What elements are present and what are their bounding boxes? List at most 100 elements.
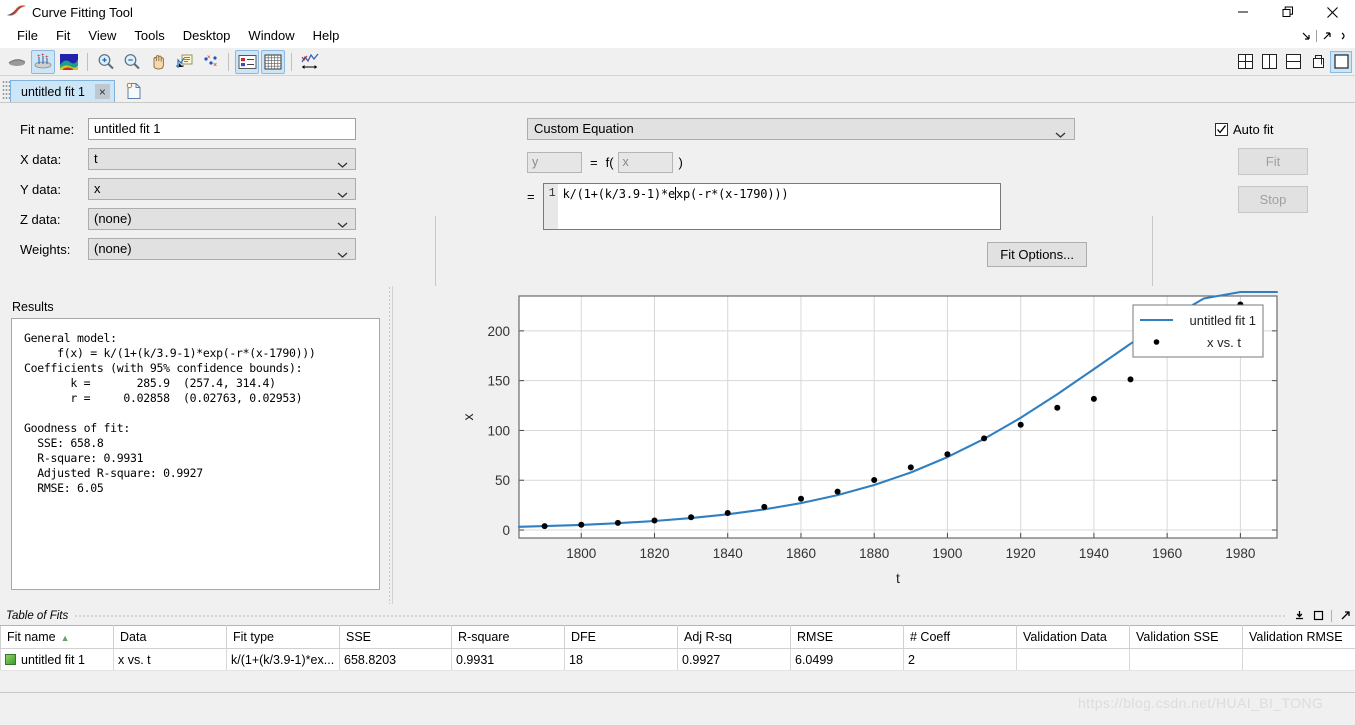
new-fit-icon[interactable] — [121, 80, 147, 102]
column-header-num-coeff[interactable]: # Coeff — [903, 625, 1017, 649]
grid-icon[interactable] — [261, 49, 285, 74]
fit-surface-icon[interactable] — [5, 50, 29, 74]
cell-sse[interactable]: 658.8203 — [339, 648, 452, 671]
plot-legend: untitled fit 1 x vs. t — [1132, 304, 1264, 358]
restore-button[interactable] — [1265, 0, 1310, 24]
auto-fit-checkbox[interactable] — [1215, 123, 1228, 136]
legend-icon[interactable] — [235, 49, 259, 74]
column-header-data[interactable]: Data — [113, 625, 227, 649]
exclude-points-icon[interactable]: × × — [198, 50, 222, 74]
column-header-sse[interactable]: SSE — [339, 625, 452, 649]
layout-four-panel-icon[interactable] — [1234, 51, 1256, 73]
fit-options-button[interactable]: Fit Options... — [987, 242, 1087, 267]
minimize-button[interactable] — [1220, 0, 1265, 24]
results-box[interactable]: General model: f(x) = k/(1+(k/3.9-1)*exp… — [11, 318, 380, 590]
cell-num-coeff[interactable]: 2 — [903, 648, 1017, 671]
cell-validation-sse[interactable] — [1129, 648, 1243, 671]
cell-rmse[interactable]: 6.0499 — [790, 648, 904, 671]
cell-r-square[interactable]: 0.9931 — [451, 648, 565, 671]
tab-close-icon[interactable]: × — [94, 84, 110, 99]
chevron-down-icon — [337, 155, 348, 175]
minimize-panel-icon[interactable] — [1293, 609, 1305, 623]
cell-adj-r-sq[interactable]: 0.9927 — [677, 648, 791, 671]
results-plot-splitter[interactable] — [388, 286, 391, 604]
axes-limits-icon[interactable] — [298, 50, 322, 74]
fit-name-input[interactable]: untitled fit 1 — [88, 118, 356, 140]
cell-fit-type[interactable]: k/(1+(k/3.9-1)*ex... — [226, 648, 340, 671]
legend-entry-data: x vs. t — [1207, 335, 1241, 350]
column-header-rmse[interactable]: RMSE — [790, 625, 904, 649]
menu-view[interactable]: View — [79, 25, 125, 47]
layout-cascade-icon[interactable] — [1306, 51, 1328, 73]
custom-equation-editor[interactable]: 1 k/(1+(k/3.9-1)*exp(-r*(x-1790))) — [542, 183, 1001, 230]
close-arrow-icon[interactable] — [1337, 27, 1351, 45]
zoom-out-icon[interactable] — [120, 50, 144, 74]
cell-fit-name[interactable]: untitled fit 1 — [0, 648, 114, 671]
z-data-select[interactable]: (none) — [88, 208, 356, 230]
equation-panel: Custom Equation y = f( x ) = 1 k/(1+(k/3… — [527, 118, 1087, 267]
cell-validation-rmse[interactable] — [1242, 648, 1355, 671]
zoom-in-icon[interactable] — [94, 50, 118, 74]
fit-type-select[interactable]: Custom Equation — [527, 118, 1075, 140]
chevron-down-icon — [1055, 125, 1066, 145]
x-tick-label: 1940 — [1079, 546, 1109, 561]
svg-text:+: + — [45, 55, 49, 61]
title-bar: Curve Fitting Tool — [0, 0, 1355, 24]
cell-dfe[interactable]: 18 — [564, 648, 678, 671]
dock-arrow-icon[interactable] — [1320, 27, 1334, 45]
maximize-panel-icon[interactable] — [1312, 609, 1324, 623]
column-header-validation-sse[interactable]: Validation SSE — [1129, 625, 1243, 649]
layout-two-rows-icon[interactable] — [1282, 51, 1304, 73]
weights-label: Weights: — [20, 241, 71, 257]
column-header-fit-name[interactable]: Fit name ▲ — [0, 625, 114, 649]
weights-select[interactable]: (none) — [88, 238, 356, 260]
undock-arrow-icon[interactable] — [1299, 27, 1313, 45]
results-panel: Results General model: f(x) = k/(1+(k/3.… — [0, 286, 390, 604]
cell-fit-name-text: untitled fit 1 — [21, 652, 85, 667]
data-point — [871, 477, 878, 483]
table-of-fits[interactable]: Fit name ▲ Data Fit type SSE R-square DFE… — [0, 625, 1355, 671]
close-button[interactable] — [1310, 0, 1355, 24]
cell-data[interactable]: x vs. t — [113, 648, 227, 671]
menu-fit[interactable]: Fit — [47, 25, 79, 47]
plot-svg[interactable]: 1800 1820 1840 1860 1880 1900 1920 1940 1960 1980… — [393, 286, 1355, 604]
menu-window[interactable]: Window — [239, 25, 303, 47]
stop-button[interactable]: Stop — [1238, 186, 1308, 213]
table-row[interactable]: untitled fit 1 x vs. t k/(1+(k/3.9-1)*ex… — [0, 648, 1355, 671]
menu-help[interactable]: Help — [304, 25, 349, 47]
auto-fit-row[interactable]: Auto fit — [1215, 122, 1335, 137]
column-header-r-square[interactable]: R-square — [451, 625, 565, 649]
table-of-fits-drag-handle[interactable] — [74, 606, 1287, 625]
fit-button[interactable]: Fit — [1238, 148, 1308, 175]
cell-validation-data[interactable] — [1016, 648, 1130, 671]
layout-single-icon[interactable] — [1330, 50, 1352, 73]
column-header-dfe[interactable]: DFE — [564, 625, 678, 649]
layout-two-columns-icon[interactable] — [1258, 51, 1280, 73]
menu-tools[interactable]: Tools — [125, 25, 173, 47]
x-tick-label: 1880 — [859, 546, 889, 561]
data-point — [981, 435, 988, 442]
equation-code[interactable]: k/(1+(k/3.9-1)*exp(-r*(x-1790))) — [558, 184, 789, 229]
exclude-outliers-icon[interactable]: + + + — [31, 49, 55, 74]
fit-name-label: Fit name: — [20, 121, 75, 137]
fit-plot[interactable]: 1800 1820 1840 1860 1880 1900 1920 1940 1960 1980… — [393, 286, 1355, 604]
independent-var-input[interactable]: x — [617, 151, 673, 173]
fit-tab-untitled-fit-1[interactable]: untitled fit 1 × — [10, 80, 115, 102]
menu-file[interactable]: File — [8, 25, 47, 47]
x-data-select[interactable]: t — [88, 148, 356, 170]
pan-icon[interactable] — [146, 50, 170, 74]
column-header-validation-data[interactable]: Validation Data — [1016, 625, 1130, 649]
undock-panel-icon[interactable] — [1339, 609, 1351, 623]
tabstrip-grip[interactable] — [2, 80, 10, 100]
column-header-validation-rmse[interactable]: Validation RMSE — [1242, 625, 1355, 649]
menu-desktop[interactable]: Desktop — [174, 25, 240, 47]
y-data-select[interactable]: x — [88, 178, 356, 200]
column-header-adj-r-sq[interactable]: Adj R-sq — [677, 625, 791, 649]
dependent-var-input[interactable]: y — [527, 151, 582, 173]
data-cursor-icon[interactable] — [172, 50, 196, 74]
tab-label: untitled fit 1 — [21, 84, 85, 99]
colormap-surface-icon[interactable] — [57, 50, 81, 74]
sort-ascending-icon: ▲ — [60, 633, 70, 643]
fit-color-swatch — [5, 653, 16, 665]
column-header-fit-type[interactable]: Fit type — [226, 625, 340, 649]
